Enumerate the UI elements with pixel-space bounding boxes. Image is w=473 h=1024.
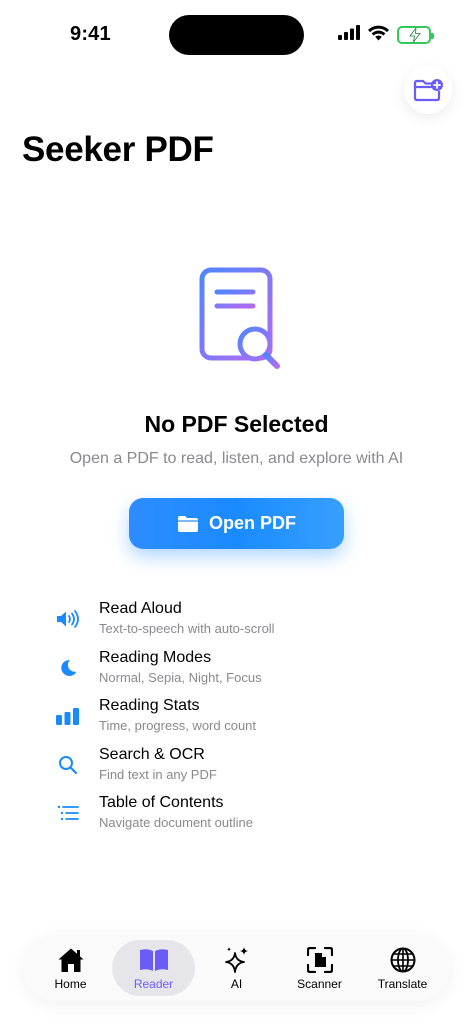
- moon-icon: [50, 657, 86, 679]
- dynamic-island: [169, 15, 304, 55]
- battery-icon: [397, 26, 434, 44]
- cellular-signal-icon: [338, 25, 360, 45]
- feature-list: Read Aloud Text-to-speech with auto-scro…: [50, 598, 450, 841]
- open-pdf-button[interactable]: Open PDF: [129, 498, 344, 549]
- document-search-illustration-icon: [193, 262, 285, 374]
- tab-ai[interactable]: AI: [195, 940, 278, 996]
- status-icons: [338, 24, 434, 46]
- sparkles-icon: [224, 946, 250, 974]
- empty-state-subtitle: Open a PDF to read, listen, and explore …: [69, 450, 404, 467]
- tab-label: AI: [230, 976, 243, 991]
- status-time: 9:41: [70, 23, 111, 45]
- feature-read-aloud: Read Aloud Text-to-speech with auto-scro…: [50, 598, 450, 647]
- open-pdf-label: Open PDF: [208, 513, 296, 533]
- feature-title: Search & OCR: [99, 745, 205, 763]
- empty-state-title: No PDF Selected: [144, 411, 329, 437]
- bar-chart-icon: [50, 705, 86, 727]
- feature-title: Table of Contents: [99, 794, 224, 811]
- feature-subtitle: Normal, Sepia, Night, Focus: [99, 669, 262, 685]
- scanner-icon: [306, 946, 333, 974]
- search-icon: [50, 754, 86, 776]
- globe-icon: [390, 946, 416, 974]
- feature-reading-modes: Reading Modes Normal, Sepia, Night, Focu…: [50, 647, 450, 696]
- home-icon: [57, 946, 85, 974]
- feature-subtitle: Find text in any PDF: [99, 766, 217, 782]
- tab-label: Scanner: [297, 976, 342, 991]
- tab-translate[interactable]: Translate: [361, 940, 444, 996]
- tab-label: Reader: [133, 976, 174, 991]
- list-icon: [50, 802, 86, 824]
- speaker-icon: [50, 608, 86, 630]
- new-folder-button[interactable]: [404, 66, 452, 114]
- feature-title: Reading Stats: [99, 697, 200, 714]
- reader-screen: 9:41 Seeker PDF No PDF Selected Open a P…: [0, 0, 473, 1024]
- feature-subtitle: Text-to-speech with auto-scroll: [99, 621, 275, 636]
- tab-label: Translate: [377, 976, 428, 991]
- page-title: Seeker PDF: [22, 130, 214, 169]
- tab-scanner[interactable]: Scanner: [278, 940, 361, 996]
- folder-add-icon: [413, 79, 443, 102]
- tab-label: Home: [54, 976, 87, 991]
- feature-search-ocr: Search & OCR Find text in any PDF: [50, 744, 450, 793]
- charging-bolt-icon: [409, 28, 421, 42]
- tab-bar: Home Reader AI Scanner Translate: [23, 935, 450, 1001]
- feature-subtitle: Time, progress, word count: [99, 718, 257, 733]
- status-bar: 9:41: [0, 0, 473, 70]
- feature-table-of-contents: Table of Contents Navigate document outl…: [50, 792, 450, 841]
- wifi-icon: [368, 25, 389, 46]
- feature-title: Read Aloud: [99, 600, 182, 617]
- tab-home[interactable]: Home: [29, 940, 112, 996]
- feature-subtitle: Navigate document outline: [99, 815, 253, 830]
- tab-reader[interactable]: Reader: [112, 940, 195, 996]
- feature-title: Reading Modes: [99, 648, 212, 666]
- feature-reading-stats: Reading Stats Time, progress, word count: [50, 695, 450, 744]
- folder-icon: [177, 515, 198, 532]
- book-icon: [139, 946, 169, 974]
